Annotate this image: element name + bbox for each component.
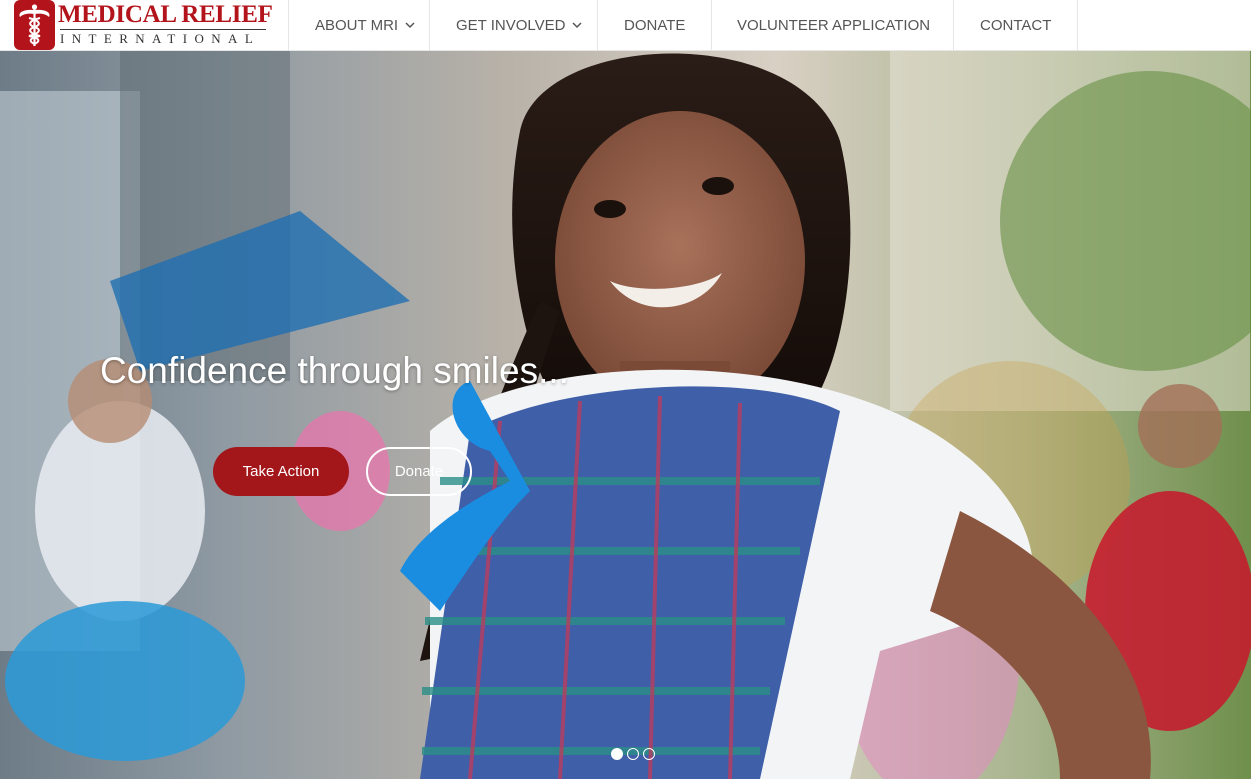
main-nav: ABOUT MRI GET INVOLVED DONATE VOLUNTEER … [288, 0, 1078, 50]
nav-item-contact[interactable]: CONTACT [954, 0, 1078, 50]
logo-subtitle: INTERNATIONAL [60, 31, 261, 46]
chevron-down-icon [572, 22, 583, 29]
take-action-button[interactable]: Take Action [213, 447, 349, 496]
slide-dot-3[interactable] [643, 748, 655, 760]
slide-dot-1[interactable] [611, 748, 623, 760]
nav-item-volunteer-application[interactable]: VOLUNTEER APPLICATION [712, 0, 954, 50]
nav-item-donate[interactable]: DONATE [598, 0, 712, 50]
slider-pagination [611, 748, 657, 762]
site-logo[interactable]: MEDICAL RELIEF INTERNATIONAL [14, 0, 273, 50]
nav-item-label: DONATE [624, 16, 686, 34]
site-header: MEDICAL RELIEF INTERNATIONAL ABOUT MRI G… [0, 0, 1251, 51]
caduceus-icon [14, 0, 55, 50]
hero-photo [0, 51, 1251, 779]
hero-slider: Confidence through smiles... Take Action… [0, 51, 1251, 779]
nav-item-label: ABOUT MRI [315, 16, 399, 34]
logo-title: MEDICAL RELIEF [58, 1, 273, 28]
nav-item-get-involved[interactable]: GET INVOLVED [430, 0, 598, 50]
nav-item-label: GET INVOLVED [456, 16, 566, 34]
nav-item-label: CONTACT [980, 16, 1052, 34]
slide-dot-2[interactable] [627, 748, 639, 760]
chevron-down-icon [405, 22, 415, 29]
nav-item-label: VOLUNTEER APPLICATION [737, 16, 931, 34]
hero-donate-button[interactable]: Donate [366, 447, 472, 496]
logo-divider [60, 29, 266, 30]
slide-caption: Confidence through smiles... [100, 350, 569, 391]
nav-item-about-mri[interactable]: ABOUT MRI [289, 0, 430, 50]
